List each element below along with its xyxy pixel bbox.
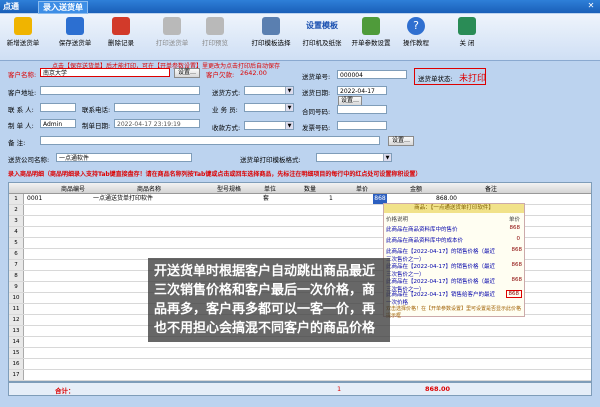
ship-method-select[interactable]: ▼ xyxy=(244,86,294,95)
col-price: 单价 xyxy=(355,186,368,193)
pay-method-select[interactable]: ▼ xyxy=(244,121,294,130)
order-no-input[interactable]: 000004 xyxy=(337,70,407,79)
feature-annotation: 开送货单时根据客户自动跳出商品最近三次销售价格和客户最后一次价格，商品再多，客户… xyxy=(148,258,390,342)
invoice-label: 发票号码: xyxy=(302,124,331,132)
contact-input[interactable] xyxy=(40,103,76,112)
totals-bar: 合计： 1 868.00 xyxy=(8,382,592,396)
total-qty: 1 xyxy=(337,385,342,393)
col-amount: 金额 xyxy=(409,186,422,193)
total-amount: 868.00 xyxy=(425,385,451,393)
col-name: 商品名称 xyxy=(136,186,161,193)
popup-footer: 双击选择价格！在【开单参数设置】里可设置是否显示此价格提示框 xyxy=(386,306,522,319)
print-icon xyxy=(163,17,181,35)
price-option[interactable]: 此商品在商品资料库中的售价 868 xyxy=(386,225,522,233)
printer-setup-button[interactable]: 设置模板 打印机及纸张 xyxy=(300,16,344,47)
make-date-label: 制单日期: xyxy=(82,122,111,130)
close-button[interactable]: 关 闭 xyxy=(452,16,482,47)
chevron-down-icon[interactable]: ▼ xyxy=(383,154,391,161)
status-label: 送货单状态: xyxy=(418,75,453,83)
toolbar: 新增送货单 保存送货单 删除记录 打印送货单 打印预览 打印模板选择 设置模板 … xyxy=(0,14,600,61)
phone-label: 联系电话: xyxy=(82,106,111,114)
title-bar: 点通 录入送货单 ✕ xyxy=(0,0,600,14)
remark-settings-button[interactable]: 设置… xyxy=(388,136,414,146)
contact-label: 联 系 人: xyxy=(8,106,34,114)
table-row[interactable]: 17 xyxy=(9,370,591,381)
customer-input[interactable]: 南京大学 xyxy=(40,68,170,77)
col-qty: 数量 xyxy=(303,186,316,193)
cell-name[interactable]: 一点通送货单打印软件 xyxy=(93,194,193,204)
pay-method-label: 收款方式: xyxy=(212,124,241,132)
col-unit: 单位 xyxy=(263,186,276,193)
address-label: 客户地址: xyxy=(8,89,37,97)
save-order-button[interactable]: 保存送货单 xyxy=(55,16,95,47)
print-order-button[interactable]: 打印送货单 xyxy=(152,16,192,47)
invoice-input[interactable] xyxy=(337,121,387,130)
popup-header: 价格说明 单价 xyxy=(386,217,520,223)
order-no-label: 送货单号: xyxy=(302,73,331,81)
settings-icon xyxy=(362,17,380,35)
remark-label: 备 注: xyxy=(8,139,26,147)
new-order-button[interactable]: 新增送货单 xyxy=(6,16,40,47)
price-history-popup[interactable]: 商品：【一点通送货单打印软件】 价格说明 单价 此商品在商品资料库中的售价 868… xyxy=(383,203,525,319)
total-label: 合计： xyxy=(55,387,75,395)
row-number: 1 xyxy=(9,194,24,204)
price-option[interactable]: 此商品在【2022-04-17】的销售价格（最近三次售价之一） 868 xyxy=(386,262,522,278)
address-input[interactable] xyxy=(40,86,200,95)
cell-qty[interactable]: 1 xyxy=(329,194,349,204)
delete-record-button[interactable]: 删除记录 xyxy=(104,16,138,47)
customer-label: 客户名称: xyxy=(8,71,37,79)
remark-input[interactable] xyxy=(40,136,380,145)
receivable-value: 2642.00 xyxy=(240,69,267,77)
ship-method-label: 送货方式: xyxy=(212,89,241,97)
close-icon[interactable]: ✕ xyxy=(586,1,596,11)
form-tab[interactable]: 录入送货单 xyxy=(38,1,88,14)
chevron-down-icon[interactable]: ▼ xyxy=(285,87,293,94)
receivable-label: 客户欠款: xyxy=(206,71,235,79)
popup-title: 商品：【一点通送货单打印软件】 xyxy=(384,204,524,213)
template-select-button[interactable]: 打印模板选择 xyxy=(247,16,295,47)
exit-icon xyxy=(458,17,476,35)
delete-icon xyxy=(112,17,130,35)
table-row[interactable]: 16 xyxy=(9,359,591,370)
cell-unit[interactable]: 套 xyxy=(263,194,283,204)
ship-date-input[interactable]: 2022-04-17 xyxy=(337,86,387,95)
table-row[interactable]: 15 xyxy=(9,348,591,359)
preview-icon xyxy=(206,17,224,35)
status-box: 送货单状态: 未打印 xyxy=(414,68,486,85)
price-option[interactable]: 此商品在【2022-04-17】的销售价格（最近三次售价之一） 868 xyxy=(386,247,522,263)
company-select[interactable]: 一点通软件 xyxy=(56,153,192,162)
order-settings-button[interactable]: 开单参数设置 xyxy=(348,16,394,47)
cell-code[interactable]: 0001 xyxy=(27,194,87,204)
col-model: 型号规格 xyxy=(216,186,241,193)
ship-date-label: 送货日期: xyxy=(302,89,331,97)
maker-label: 制 单 人: xyxy=(8,122,34,130)
phone-input[interactable] xyxy=(114,103,200,112)
grid-header: 商品编号 商品名称 型号规格 单位 数量 单价 金额 备注 xyxy=(9,183,591,194)
save-icon xyxy=(66,17,84,35)
col-code: 商品编号 xyxy=(60,186,85,193)
maker-input[interactable]: Admin xyxy=(40,119,76,128)
template-icon xyxy=(262,17,280,35)
salesman-label: 业 务 员: xyxy=(212,106,238,114)
col-remark: 备注 xyxy=(484,186,497,193)
tutorial-button[interactable]: ? 操作教程 xyxy=(399,16,433,47)
chevron-down-icon[interactable]: ▼ xyxy=(285,104,293,111)
price-option[interactable]: 此商品在【2022-04-17】销售给客户的最近一次价格 868 xyxy=(386,290,522,306)
make-date-input[interactable]: 2022-04-17 23:19:19 xyxy=(114,119,200,128)
template-label: 送货单打印模板格式: xyxy=(240,156,301,164)
chevron-down-icon[interactable]: ▼ xyxy=(285,122,293,129)
status-value: 未打印 xyxy=(459,74,487,84)
contract-input[interactable] xyxy=(337,105,387,114)
company-label: 送货公司名称: xyxy=(8,156,50,164)
new-doc-icon xyxy=(14,17,32,35)
price-option[interactable]: 此商品在商品资料库中的成本价 0 xyxy=(386,236,522,244)
contract-label: 合同号码: xyxy=(302,108,331,116)
app-title: 点通 xyxy=(3,2,19,11)
print-preview-button[interactable]: 打印预览 xyxy=(198,16,232,47)
customer-settings-button[interactable]: 设置… xyxy=(174,68,200,78)
grid-notice: 录入商品明细（商品明细录入支持Tab键直接盘存！请在商品名称列按Tab键或点击或… xyxy=(8,171,422,178)
help-icon: ? xyxy=(407,17,425,35)
template-select[interactable]: ▼ xyxy=(316,153,392,162)
salesman-select[interactable]: ▼ xyxy=(244,103,294,112)
